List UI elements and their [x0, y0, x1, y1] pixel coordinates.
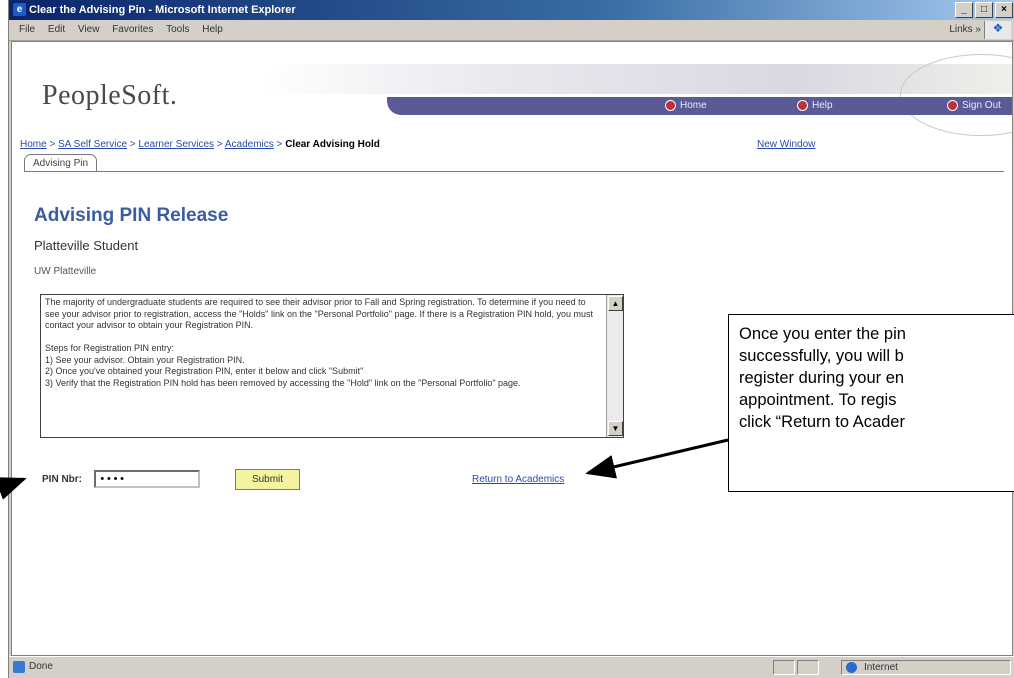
annotation-callout: Once you enter the pin successfully, you…	[728, 314, 1014, 492]
security-zone: Internet	[841, 660, 1011, 675]
institution-name: UW Platteville	[34, 266, 97, 277]
maximize-button[interactable]: □	[975, 2, 993, 18]
breadcrumb: Home > SA Self Service > Learner Service…	[20, 139, 380, 150]
return-to-academics-link[interactable]: Return to Academics	[472, 474, 564, 485]
breadcrumb-sa-self-service[interactable]: SA Self Service	[58, 139, 127, 150]
status-text: Done	[29, 661, 53, 672]
help-icon	[797, 99, 808, 111]
nav-home[interactable]: Home	[665, 97, 707, 115]
instructions-scrollbar[interactable]: ▲ ▼	[606, 295, 623, 437]
minimize-button[interactable]: _	[955, 2, 973, 18]
peoplesoft-logo: PeopleSoft.	[42, 80, 178, 111]
globe-icon	[846, 662, 857, 673]
breadcrumb-home[interactable]: Home	[20, 139, 47, 150]
menu-tools[interactable]: Tools	[166, 20, 189, 40]
breadcrumb-academics[interactable]: Academics	[225, 139, 274, 150]
menu-edit[interactable]: Edit	[48, 20, 65, 40]
submit-button[interactable]: Submit	[235, 469, 300, 490]
internet-explorer-icon: e	[13, 3, 26, 16]
window-title: Clear the Advising Pin - Microsoft Inter…	[29, 4, 296, 16]
status-bar: Done Internet	[9, 656, 1014, 678]
tab-divider	[24, 171, 1004, 172]
nav-sign-out[interactable]: Sign Out	[947, 97, 1001, 115]
links-toolbar[interactable]: Links »	[949, 23, 981, 37]
breadcrumb-current: Clear Advising Hold	[285, 139, 380, 150]
scroll-up-arrow-icon[interactable]: ▲	[608, 296, 623, 311]
home-icon	[665, 99, 676, 111]
status-segment	[773, 660, 795, 675]
scroll-down-arrow-icon[interactable]: ▼	[608, 421, 623, 436]
menu-favorites[interactable]: Favorites	[112, 20, 153, 40]
tab-advising-pin[interactable]: Advising Pin	[24, 154, 98, 172]
page-done-icon	[13, 661, 25, 673]
page-title: Advising PIN Release	[34, 205, 229, 226]
instructions-text: The majority of undergraduate students a…	[45, 297, 594, 388]
header-swoosh	[262, 54, 1012, 136]
header-nav-bar: Home Help Sign Out	[387, 97, 1012, 115]
menu-bar: File Edit View Favorites Tools Help Link…	[9, 20, 1014, 41]
windows-logo-icon: ❖	[984, 21, 1011, 39]
breadcrumb-learner-services[interactable]: Learner Services	[138, 139, 214, 150]
close-button[interactable]: ×	[995, 2, 1013, 18]
sign-out-icon	[947, 99, 958, 111]
status-segment	[797, 660, 819, 675]
instructions-textarea[interactable]: The majority of undergraduate students a…	[40, 294, 624, 438]
menu-file[interactable]: File	[19, 20, 35, 40]
menu-help[interactable]: Help	[202, 20, 223, 40]
title-bar: e Clear the Advising Pin - Microsoft Int…	[9, 0, 1014, 20]
nav-help[interactable]: Help	[797, 97, 833, 115]
student-name: Platteville Student	[34, 238, 139, 253]
pin-label: PIN Nbr:	[42, 474, 82, 485]
pin-input[interactable]: ••••	[94, 470, 200, 488]
menu-view[interactable]: View	[78, 20, 100, 40]
new-window-link[interactable]: New Window	[757, 139, 815, 150]
